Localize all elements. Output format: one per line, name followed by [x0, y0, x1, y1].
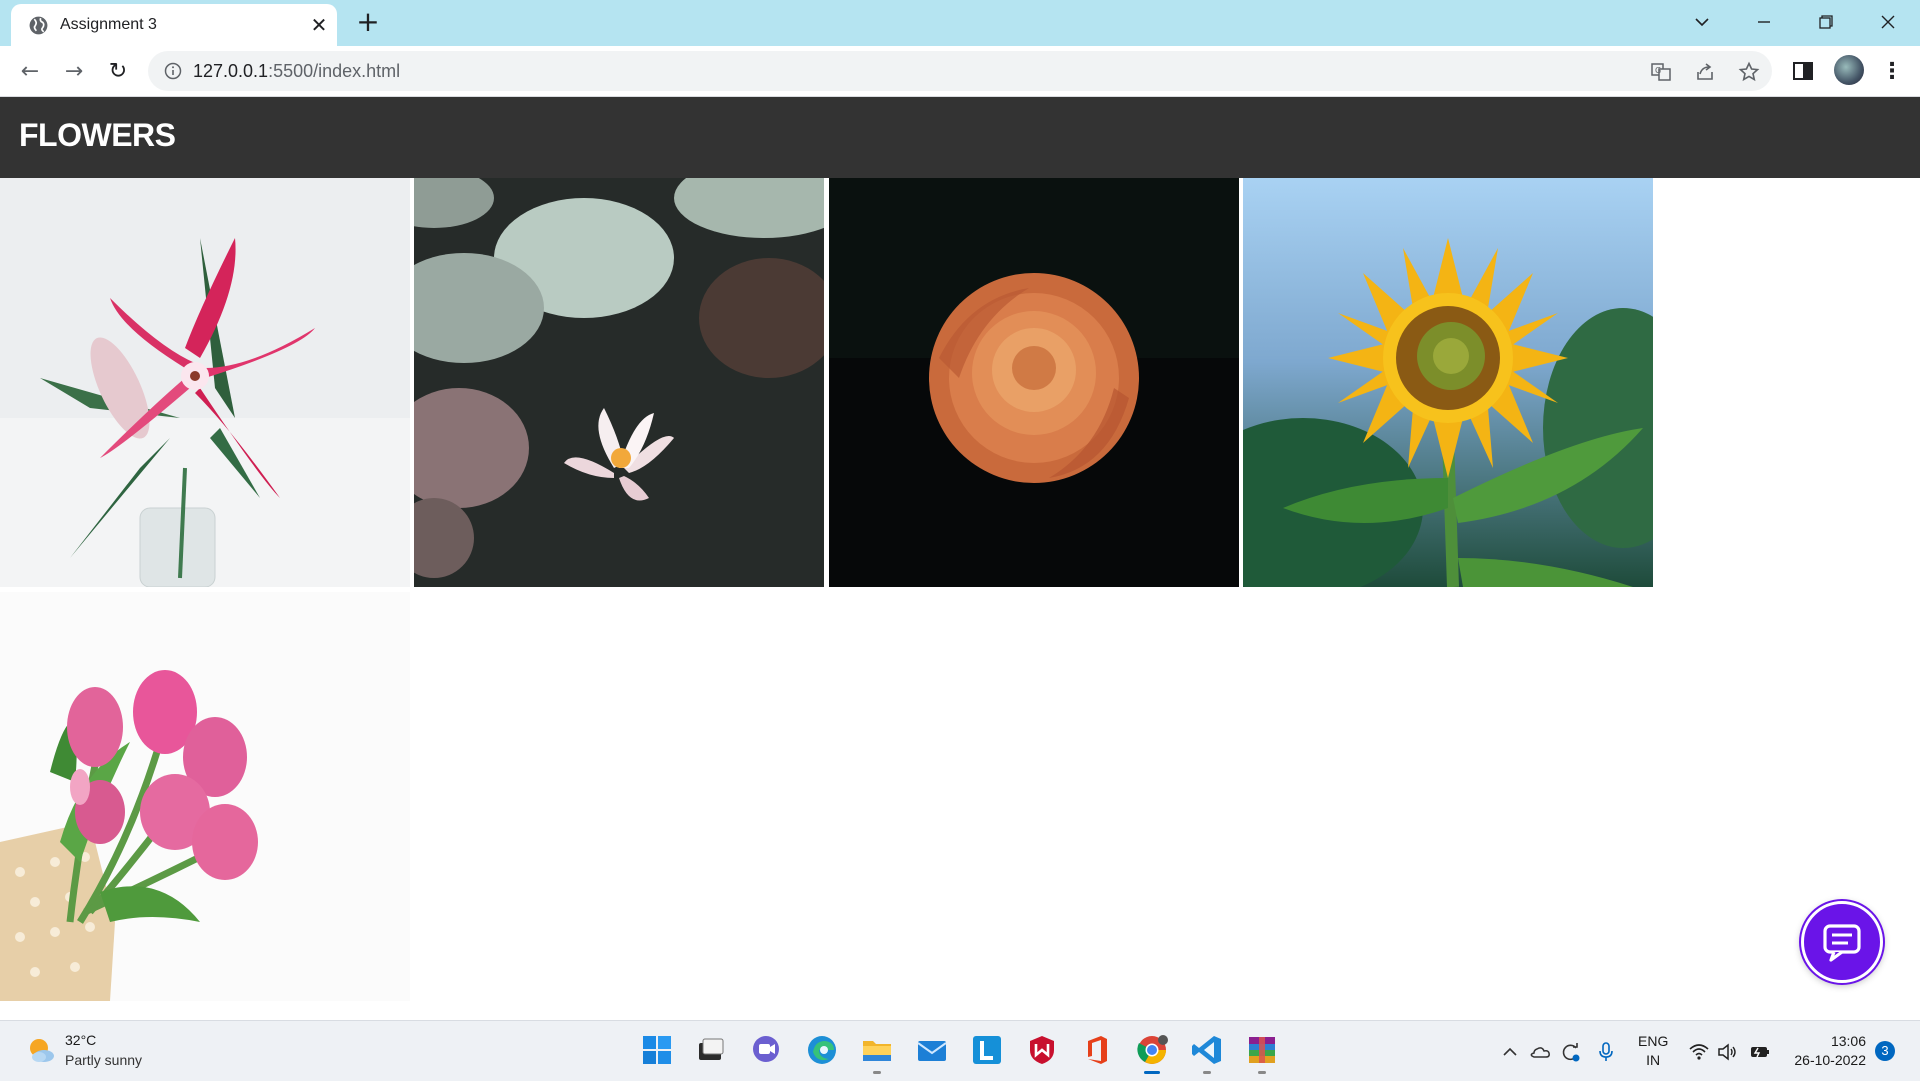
clock-time: 13:06: [1830, 1033, 1866, 1049]
show-hidden-icons-chevron-icon[interactable]: [1499, 1041, 1521, 1063]
running-indicator: [873, 1071, 881, 1074]
weather-temperature[interactable]: 32°C: [65, 1032, 96, 1048]
teams-chat-icon: [753, 1036, 779, 1062]
taskbar-task-view[interactable]: [694, 1033, 728, 1067]
vscode-icon: [1192, 1036, 1221, 1064]
system-clock[interactable]: 13:06 26-10-2022: [1786, 1032, 1866, 1070]
close-window-icon[interactable]: [1870, 8, 1906, 36]
start-button[interactable]: [640, 1033, 674, 1067]
side-panel-icon[interactable]: [1790, 58, 1816, 84]
translate-icon[interactable]: G: [1650, 61, 1672, 83]
flower-image-tulips: [0, 592, 410, 1001]
taskbar-mcafee[interactable]: [1025, 1033, 1059, 1067]
tab-close-icon[interactable]: ✕: [307, 13, 331, 37]
taskbar-winrar[interactable]: [1245, 1033, 1279, 1074]
taskbar-file-explorer[interactable]: [860, 1033, 894, 1074]
taskbar-edge[interactable]: [805, 1033, 839, 1067]
forward-icon[interactable]: →: [60, 58, 88, 86]
browser-menu-icon[interactable]: ⋮: [1878, 58, 1906, 86]
address-bar[interactable]: 127.0.0.1:5500/index.html G: [148, 51, 1772, 91]
browser-tab[interactable]: Assignment 3 ✕: [11, 4, 337, 46]
office-icon: [1088, 1036, 1107, 1064]
profile-avatar[interactable]: [1834, 55, 1864, 85]
wifi-icon[interactable]: [1688, 1041, 1710, 1063]
flower-image-lily: [0, 178, 410, 587]
bookmark-star-icon[interactable]: [1738, 61, 1760, 83]
browser-toolbar: ← → ↻ 127.0.0.1:5500/index.html G ⋮: [0, 46, 1920, 97]
taskbar-vscode[interactable]: [1190, 1033, 1224, 1074]
windows-logo-icon: [643, 1036, 671, 1064]
l-app-icon: [973, 1036, 1001, 1064]
running-indicator: [1144, 1071, 1160, 1074]
edge-icon: [808, 1036, 836, 1064]
new-tab-button[interactable]: +: [354, 8, 382, 36]
taskbar-office[interactable]: [1080, 1033, 1114, 1067]
weather-description[interactable]: Partly sunny: [65, 1052, 142, 1068]
chrome-icon: [1137, 1035, 1168, 1064]
browser-titlebar: Assignment 3 ✕ +: [0, 0, 1920, 46]
onedrive-cloud-icon[interactable]: [1529, 1041, 1551, 1063]
reload-icon[interactable]: ↻: [104, 58, 132, 86]
tab-search-chevron-icon[interactable]: [1684, 8, 1720, 36]
tab-title: Assignment 3: [60, 16, 157, 33]
info-icon[interactable]: [164, 62, 182, 80]
taskbar-mail[interactable]: [915, 1033, 949, 1067]
mail-icon: [917, 1041, 947, 1061]
chat-icon: [1823, 924, 1861, 962]
running-indicator: [1203, 1071, 1211, 1074]
microphone-icon[interactable]: [1595, 1041, 1617, 1063]
shield-icon: [1030, 1036, 1054, 1064]
url-text[interactable]: 127.0.0.1:5500/index.html: [193, 61, 400, 82]
region-code: IN: [1646, 1052, 1661, 1068]
flower-image-waterlily: [414, 178, 824, 587]
restore-icon[interactable]: [1808, 8, 1844, 36]
site-header: FLOWERS: [0, 97, 1920, 178]
chat-button[interactable]: [1801, 901, 1883, 983]
taskbar-l-app[interactable]: [970, 1033, 1004, 1067]
sync-icon[interactable]: [1560, 1041, 1582, 1063]
task-view-icon: [699, 1038, 724, 1060]
input-language-indicator[interactable]: ENG IN: [1638, 1032, 1668, 1070]
volume-icon[interactable]: [1716, 1041, 1738, 1063]
back-icon[interactable]: ←: [16, 58, 44, 86]
taskbar-teams-chat[interactable]: [749, 1033, 783, 1067]
flower-image-sunflower: [1243, 178, 1653, 587]
globe-icon: [29, 16, 48, 35]
battery-icon[interactable]: [1749, 1041, 1771, 1063]
flower-image-rose: [829, 178, 1239, 587]
share-icon[interactable]: [1694, 61, 1716, 83]
language-code: ENG: [1638, 1033, 1669, 1049]
svg-text:G: G: [1655, 66, 1661, 75]
minimize-icon[interactable]: [1746, 8, 1782, 36]
windows-taskbar: 32°C Partly sunny ENG IN 13:06 26-10-202…: [0, 1020, 1920, 1081]
taskbar-chrome[interactable]: [1135, 1033, 1169, 1074]
winrar-icon: [1249, 1037, 1275, 1063]
partly-sunny-icon[interactable]: [26, 1035, 56, 1065]
page-title: FLOWERS: [19, 117, 176, 153]
clock-date: 26-10-2022: [1794, 1052, 1866, 1068]
folder-icon: [863, 1041, 891, 1061]
notification-badge[interactable]: 3: [1875, 1041, 1895, 1061]
running-indicator: [1258, 1071, 1266, 1074]
